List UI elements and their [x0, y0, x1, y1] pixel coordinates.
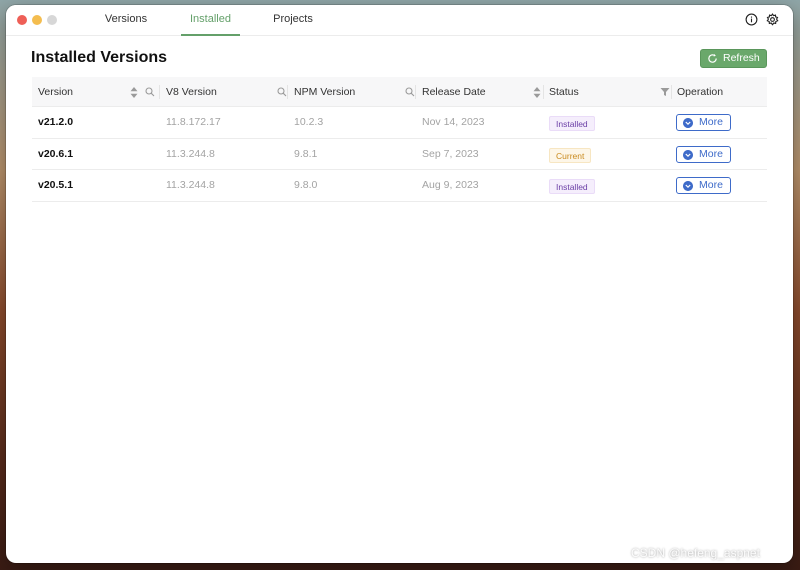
sort-icon[interactable]	[130, 87, 138, 98]
npm-cell: 9.8.1	[294, 147, 318, 160]
search-icon[interactable]	[405, 87, 415, 97]
column-separator[interactable]	[159, 85, 160, 99]
column-separator[interactable]	[415, 85, 416, 99]
refresh-button[interactable]: Refresh	[700, 49, 767, 68]
chevron-down-icon	[683, 181, 693, 191]
release-date-cell: Aug 9, 2023	[422, 179, 479, 191]
chevron-down-icon	[683, 118, 693, 128]
release-date-cell: Nov 14, 2023	[422, 116, 485, 128]
column-header-v8: V8 Version	[166, 86, 217, 98]
refresh-icon	[708, 53, 717, 63]
column-header-status: Status	[549, 86, 579, 98]
column-separator[interactable]	[671, 85, 672, 99]
search-icon[interactable]	[277, 87, 287, 97]
v8-cell: 11.3.244.8	[166, 179, 215, 191]
table-row: v20.6.1 11.3.244.8 9.8.1 Sep 7, 2023 Cur…	[32, 139, 767, 170]
gear-icon[interactable]	[766, 13, 779, 26]
release-date-cell: Sep 7, 2023	[422, 147, 479, 160]
v8-cell: 11.3.244.8	[166, 147, 215, 160]
version-cell: v20.5.1	[38, 179, 74, 191]
npm-cell: 10.2.3	[294, 116, 324, 128]
close-window-button[interactable]	[17, 15, 27, 25]
column-separator[interactable]	[287, 85, 288, 99]
refresh-label: Refresh	[723, 52, 760, 64]
sort-icon[interactable]	[533, 87, 541, 98]
chevron-down-icon	[683, 149, 693, 160]
title-bar: Versions Installed Projects	[6, 5, 793, 36]
app-window: Versions Installed Projects Installed Ve…	[6, 5, 793, 563]
more-button[interactable]: More	[676, 145, 731, 163]
column-separator[interactable]	[543, 85, 544, 99]
column-header-npm: NPM Version	[294, 86, 356, 98]
versions-table: Version V8 Version NPM Version Release D…	[32, 77, 767, 202]
maximize-window-button[interactable]	[47, 15, 57, 25]
column-header-version: Version	[38, 86, 74, 98]
minimize-window-button[interactable]	[32, 15, 42, 25]
status-badge: Installed	[549, 179, 595, 194]
table-header: Version V8 Version NPM Version Release D…	[32, 77, 767, 107]
more-label: More	[699, 147, 723, 160]
watermark: CSDN @hefeng_aspnet	[631, 546, 760, 560]
search-icon[interactable]	[145, 87, 155, 97]
column-header-operation: Operation	[677, 86, 724, 98]
table-row: v20.5.1 11.3.244.8 9.8.0 Aug 9, 2023 Ins…	[32, 170, 767, 202]
status-badge: Installed	[549, 116, 595, 131]
tab-versions[interactable]: Versions	[99, 5, 153, 36]
npm-cell: 9.8.0	[294, 179, 318, 191]
more-button[interactable]: More	[676, 177, 731, 194]
column-header-release-date: Release Date	[422, 86, 486, 98]
more-label: More	[699, 179, 723, 191]
info-icon[interactable]	[745, 13, 758, 26]
more-label: More	[699, 116, 723, 128]
tab-projects[interactable]: Projects	[268, 5, 318, 36]
tab-installed[interactable]: Installed	[181, 5, 240, 36]
version-cell: v20.6.1	[38, 147, 74, 160]
more-button[interactable]: More	[676, 114, 731, 131]
status-badge: Current	[549, 147, 592, 163]
table-row: v21.2.0 11.8.172.17 10.2.3 Nov 14, 2023 …	[32, 107, 767, 139]
version-cell: v21.2.0	[38, 116, 74, 128]
page-title: Installed Versions	[31, 49, 168, 66]
filter-icon[interactable]	[660, 87, 670, 97]
v8-cell: 11.8.172.17	[166, 116, 221, 128]
